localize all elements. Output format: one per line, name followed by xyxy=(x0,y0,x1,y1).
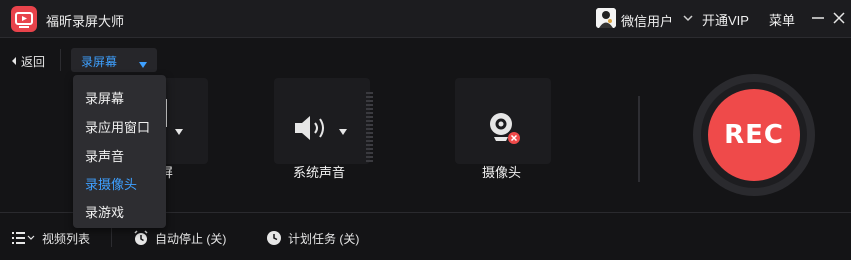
camera-label: 摄像头 xyxy=(482,165,522,180)
rec-divider xyxy=(638,96,640,182)
auto-stop-button[interactable]: 自动停止 (关) xyxy=(133,230,226,246)
menu-item-record-window[interactable]: 录应用窗口 xyxy=(85,117,150,137)
mode-menu: 录屏幕 录应用窗口 录声音 录摄像头 录游戏 xyxy=(73,75,166,228)
rec-button[interactable]: REC xyxy=(708,89,800,181)
screen-options-caret-icon[interactable] xyxy=(174,123,184,141)
audio-options-caret-icon[interactable] xyxy=(338,123,348,141)
menu-button[interactable]: 菜单 xyxy=(769,10,795,29)
video-list-button[interactable]: 视频列表 xyxy=(12,230,90,246)
alarm-clock-icon xyxy=(134,230,148,245)
minimize-icon[interactable] xyxy=(807,7,829,29)
system-audio-label: 系统声音 xyxy=(293,165,346,180)
bottom-divider xyxy=(111,225,112,247)
mode-selected-label: 录屏幕 xyxy=(81,55,118,69)
menu-item-record-screen[interactable]: 录屏幕 xyxy=(85,88,124,108)
list-icon xyxy=(12,232,35,244)
app-logo-icon xyxy=(11,6,37,32)
menu-item-record-camera[interactable]: 录摄像头 xyxy=(85,174,137,194)
back-arrow-icon xyxy=(12,57,16,65)
rec-ring: REC xyxy=(693,74,815,196)
user-name[interactable]: 微信用户 xyxy=(621,11,673,30)
vip-button[interactable]: 开通VIP xyxy=(702,10,749,29)
auto-stop-label: 自动停止 (关) xyxy=(155,231,227,246)
app-title: 福昕录屏大师 xyxy=(46,14,125,29)
video-list-label: 视频列表 xyxy=(42,231,91,246)
rec-label: REC xyxy=(724,120,784,150)
avatar[interactable] xyxy=(596,8,616,28)
schedule-label: 计划任务 (关) xyxy=(288,231,360,246)
menu-item-record-game[interactable]: 录游戏 xyxy=(85,202,124,222)
audio-level-meter xyxy=(366,92,373,162)
camera-icon xyxy=(487,110,523,151)
toolbar-divider xyxy=(60,49,61,71)
close-icon[interactable] xyxy=(828,7,850,29)
schedule-button[interactable]: 计划任务 (关) xyxy=(266,230,359,246)
back-label: 返回 xyxy=(21,54,46,69)
mode-dropdown[interactable]: 录屏幕 xyxy=(71,48,157,72)
speaker-icon xyxy=(293,114,333,147)
caret-down-icon xyxy=(138,56,148,74)
title-bar: 福昕录屏大师 微信用户 开通VIP 菜单 xyxy=(0,0,851,38)
clock-icon xyxy=(267,231,281,245)
rec-ring-inner: REC xyxy=(701,82,807,188)
menu-item-record-audio[interactable]: 录声音 xyxy=(85,146,124,166)
vip-chevron-icon[interactable] xyxy=(682,9,694,34)
back-button[interactable]: 返回 xyxy=(10,51,45,71)
